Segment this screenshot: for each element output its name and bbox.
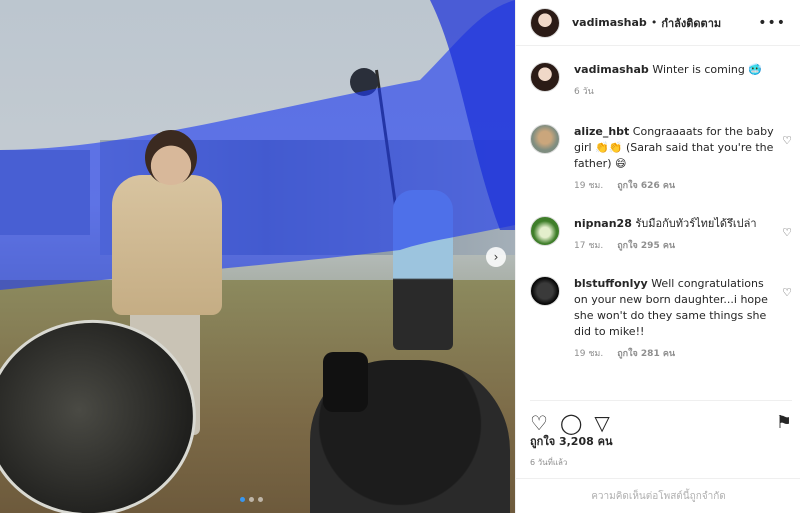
- comment-time[interactable]: 19 ชม.: [574, 346, 603, 362]
- comment-username[interactable]: blstuffonlyy: [574, 277, 648, 290]
- comment-likes[interactable]: ถูกใจ 295 คน: [617, 238, 675, 254]
- model-jacket: [112, 175, 222, 315]
- model-head: [145, 130, 197, 185]
- commenter-avatar[interactable]: [530, 124, 560, 154]
- author-username[interactable]: vadimashab: [572, 16, 647, 29]
- commenter-avatar[interactable]: [530, 276, 560, 306]
- comment-row: blstuffonlyy Well congratulations on you…: [530, 276, 792, 376]
- post-header: vadimashab • กำลังติดตาม •••: [516, 0, 800, 46]
- carousel-dot: [258, 497, 263, 502]
- header-separator: •: [650, 16, 658, 29]
- like-heart-icon[interactable]: ♡: [530, 413, 548, 433]
- comment-row: nipnan28 รับมือกับทัวร์ไทยได้รึเปล่า 17 …: [530, 216, 792, 276]
- author-avatar[interactable]: [530, 7, 560, 38]
- comment-row: alize_hbt Congraaaats for the baby girl …: [530, 124, 792, 216]
- comment-like-heart-icon[interactable]: ♡: [782, 134, 792, 147]
- caption-avatar[interactable]: [530, 62, 560, 92]
- comment-bubble-icon[interactable]: ◯: [560, 413, 582, 433]
- comments-restricted-notice: ความคิดเห็นต่อโพสต์นี้ถูกจำกัด: [516, 478, 800, 514]
- carousel-dots: [240, 497, 263, 502]
- comment-like-heart-icon[interactable]: ♡: [782, 226, 792, 239]
- blue-fabric: [0, 0, 515, 290]
- comment-likes[interactable]: ถูกใจ 281 คน: [617, 346, 675, 362]
- caption-text: Winter is coming 🥶: [652, 63, 763, 76]
- caption-time[interactable]: 6 วัน: [574, 84, 594, 100]
- comment-username[interactable]: alize_hbt: [574, 125, 629, 138]
- carousel-next-button[interactable]: ›: [486, 247, 506, 267]
- comment-like-heart-icon[interactable]: ♡: [782, 286, 792, 299]
- likes-count[interactable]: ถูกใจ 3,208 คน: [530, 432, 612, 450]
- share-icon[interactable]: ▽: [594, 413, 609, 433]
- comment-likes[interactable]: ถูกใจ 626 คน: [617, 178, 675, 194]
- post-side-panel: vadimashab • กำลังติดตาม ••• vadimashab …: [515, 0, 800, 513]
- following-button[interactable]: กำลังติดตาม: [661, 14, 721, 32]
- save-bookmark-icon[interactable]: ⚑: [776, 413, 792, 433]
- post-timestamp[interactable]: 6 วันที่แล้ว: [530, 456, 567, 469]
- carousel-dot: [240, 497, 245, 502]
- comment-time[interactable]: 19 ชม.: [574, 178, 603, 194]
- post-photo[interactable]: ›: [0, 0, 515, 513]
- chevron-right-icon: ›: [493, 250, 499, 264]
- camera: [323, 352, 368, 412]
- caption-row: vadimashab Winter is coming 🥶 6 วัน: [530, 62, 792, 124]
- more-options-icon[interactable]: •••: [758, 15, 786, 31]
- comment-text: รับมือกับทัวร์ไทยได้รึเปล่า: [635, 217, 757, 230]
- comment-time[interactable]: 17 ชม.: [574, 238, 603, 254]
- caption-username[interactable]: vadimashab: [574, 63, 649, 76]
- comment-username[interactable]: nipnan28: [574, 217, 632, 230]
- comments-list: vadimashab Winter is coming 🥶 6 วัน aliz…: [530, 62, 792, 376]
- commenter-avatar[interactable]: [530, 216, 560, 246]
- carousel-dot: [249, 497, 254, 502]
